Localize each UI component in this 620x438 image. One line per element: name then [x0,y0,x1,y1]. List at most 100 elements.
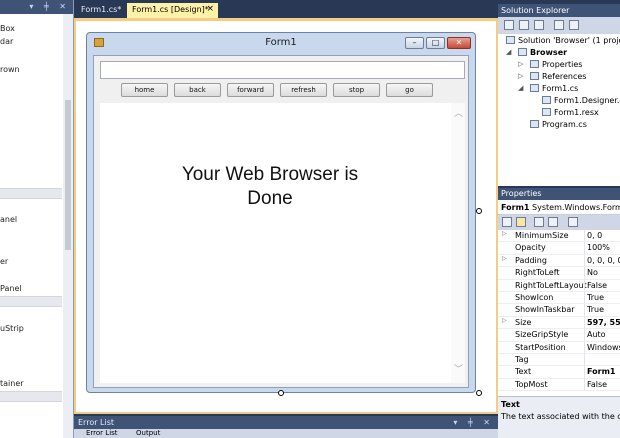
form1-node[interactable]: ◢ Form1.cs [518,84,578,93]
toolbox-category[interactable] [0,296,62,307]
scroll-down-icon[interactable]: ﹀ [454,362,463,375]
solution-node[interactable]: Solution 'Browser' (1 project) [506,36,620,45]
tab-form1-code[interactable]: Form1.cs* [76,3,126,18]
expand-arrow-icon[interactable]: ▷ [518,72,523,80]
home-button[interactable]: home [121,83,168,97]
resize-handle-corner[interactable] [476,390,482,396]
form1-resx-node[interactable]: Form1.resx [542,108,599,117]
property-row[interactable]: RightToLeftLayout False [498,279,620,292]
grid-divider [584,291,585,304]
toolbox-item[interactable]: dar [0,37,13,46]
csharp-file-icon [542,96,551,104]
grid-divider [584,242,585,254]
toolbox-item[interactable]: Panel [0,284,22,293]
scroll-up-icon[interactable]: ︿ [454,106,463,119]
property-value[interactable]: Form1 [587,367,615,376]
tab-output[interactable]: Output [136,429,160,437]
events-icon[interactable] [548,217,558,227]
forward-button[interactable]: forward [227,83,274,97]
tab-label: Form1.cs* [81,5,122,14]
collapse-arrow-icon[interactable]: ◢ [506,48,511,56]
alphabetical-icon[interactable] [516,217,526,227]
property-value[interactable]: WindowsD [587,343,620,352]
expand-arrow-icon[interactable]: ▷ [502,317,507,324]
property-value[interactable]: 597, 552 [587,318,620,327]
project-node[interactable]: ◢ Browser [506,48,567,57]
property-value[interactable]: False [587,281,607,290]
resize-handle-right[interactable] [476,208,482,214]
back-button[interactable]: back [174,83,221,97]
properties-node[interactable]: ▷ Properties [518,60,582,69]
refresh-icon[interactable] [534,20,544,30]
browser-scrollbar[interactable]: ︿ ﹀ [451,103,465,383]
close-button[interactable]: ✕ [447,37,471,49]
form-designer-surface[interactable]: Form1 – □ ✕ home back forward refresh st… [74,18,498,414]
property-row[interactable]: Tag [498,353,620,367]
toolbox-header-buttons[interactable]: ▾ ╪ ✕ [29,2,70,11]
program-node[interactable]: Program.cs [530,120,587,129]
property-row[interactable]: ▷ Padding 0, 0, 0, 0 [498,254,620,268]
toolbox-item[interactable]: rown [0,65,20,74]
property-row[interactable]: StartPosition WindowsD [498,341,620,354]
form-title-bar[interactable]: Form1 – □ ✕ [87,33,475,53]
object-selector[interactable]: Form1 System.Windows.Forms.Fo [498,200,620,215]
web-browser-control[interactable]: Your Web Browser is Done ︿ ﹀ [100,103,465,383]
error-list-header-buttons[interactable]: ▾ ╪ ✕ [453,418,494,427]
show-all-files-icon[interactable] [519,20,529,30]
property-value[interactable]: True [587,305,604,314]
property-name: Size [515,317,532,327]
categorized-icon[interactable] [502,217,512,227]
go-button[interactable]: go [386,83,433,97]
property-row[interactable]: Opacity 100% [498,242,620,255]
toolbox-item[interactable]: Box [0,24,15,33]
tab-form1-design[interactable]: Form1.cs [Design]* × [127,3,218,18]
expand-arrow-icon[interactable]: ▷ [502,255,507,262]
property-value[interactable]: False [587,380,607,389]
property-row[interactable]: ShowIcon True [498,291,620,305]
property-row[interactable]: ▷ Size 597, 552 [498,316,620,330]
toolbox-item[interactable]: er [0,257,8,266]
property-row[interactable]: Text Form1 [498,366,620,379]
property-row[interactable]: SizeGripStyle Auto [498,329,620,342]
property-value[interactable]: Auto [587,330,606,339]
collapse-arrow-icon[interactable]: ◢ [518,84,523,92]
property-row[interactable]: TopMost False [498,378,620,392]
tab-error-list[interactable]: Error List [86,429,118,437]
property-value[interactable]: 0, 0 [587,231,602,240]
maximize-button[interactable]: □ [426,37,445,49]
solution-explorer-toolbar [498,17,620,34]
toolbox-item[interactable]: uStrip [0,324,24,333]
property-value[interactable]: True [587,293,604,302]
stop-button[interactable]: stop [333,83,380,97]
form-icon [530,84,539,92]
toolbox-category[interactable] [0,188,62,199]
expand-arrow-icon[interactable]: ▷ [502,230,507,237]
url-input[interactable] [100,61,465,79]
toolbox-scroll-thumb[interactable] [65,100,71,250]
minimize-button[interactable]: – [405,37,424,49]
view-code-icon[interactable] [554,20,564,30]
property-row[interactable]: ShowInTaskbar True [498,304,620,317]
references-node[interactable]: ▷ References [518,72,586,81]
toolbox-item[interactable]: tainer [0,379,24,388]
property-row[interactable]: RightToLeft No [498,267,620,280]
properties-icon[interactable] [504,20,514,30]
property-value[interactable]: No [587,268,598,277]
selected-object-type: System.Windows.Forms.Fo [532,203,620,212]
property-value[interactable]: 0, 0, 0, 0 [587,256,620,265]
property-pages-icon[interactable] [568,217,578,227]
toolbox-item[interactable]: anel [0,215,17,224]
refresh-button[interactable]: refresh [280,83,327,97]
references-icon [530,72,539,80]
toolbox-scrollbar[interactable] [63,14,73,438]
form1-designer-node[interactable]: Form1.Designer.cs [542,96,620,105]
property-value[interactable]: 100% [587,243,610,252]
view-designer-icon[interactable] [569,20,579,30]
expand-arrow-icon[interactable]: ▷ [518,60,523,68]
properties-view-icon[interactable] [534,217,544,227]
designed-form-window[interactable]: Form1 – □ ✕ home back forward refresh st… [86,32,476,393]
toolbox-category[interactable] [0,391,62,402]
property-row[interactable]: ▷ MinimumSize 0, 0 [498,230,620,243]
resize-handle-bottom[interactable] [278,390,284,396]
close-tab-icon[interactable]: × [206,4,214,14]
